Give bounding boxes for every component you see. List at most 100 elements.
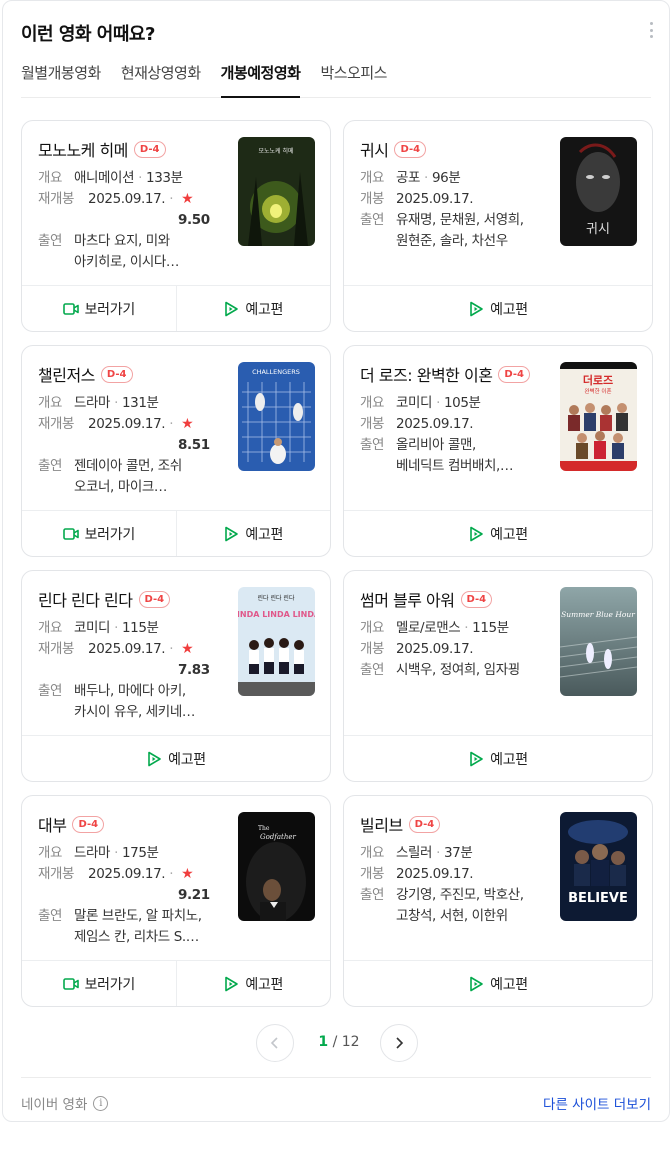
star-icon: ★ <box>181 641 194 657</box>
more-vertical-icon[interactable] <box>649 22 653 38</box>
chevron-right-icon <box>396 1037 404 1049</box>
genre-label: 개요 <box>38 620 63 636</box>
current-page: 1 <box>318 1034 329 1050</box>
tab-upcoming[interactable]: 개봉예정영화 <box>220 59 301 98</box>
cast-label: 출연 <box>38 458 63 474</box>
movie-card[interactable]: 모노노케 히메 D-4 개요 애니메이션 · 133분 재개봉 2025.09.17. · ★… <box>21 120 331 332</box>
release-date: 2025.09.17. <box>396 191 474 207</box>
movie-title[interactable]: 빌리브 <box>360 812 403 836</box>
source-label: 네이버 영화 i <box>21 1093 109 1113</box>
play-icon <box>470 301 483 316</box>
trailer-label: 예고편 <box>490 526 528 543</box>
rating-score: 8.51 <box>178 437 210 453</box>
movie-poster[interactable]: CHALLENGERS <box>238 362 315 471</box>
tab-bar: 월별개봉영화 현재상영영화 개봉예정영화 박스오피스 <box>21 59 651 98</box>
star-icon: ★ <box>181 191 194 207</box>
star-icon: ★ <box>181 866 194 882</box>
movie-poster[interactable]: Summer Blue Hour <box>560 587 637 696</box>
movie-poster[interactable]: 더로즈 완벽한 이혼 <box>560 362 637 471</box>
release-date: 2025.09.17. <box>396 641 474 657</box>
total-pages: 12 <box>341 1034 360 1050</box>
trailer-label: 예고편 <box>490 301 528 318</box>
cast-label: 출연 <box>38 233 63 249</box>
release-date: 2025.09.17. <box>396 866 474 882</box>
movie-title[interactable]: 모노노케 히메 <box>38 137 128 161</box>
trailer-button[interactable]: 예고편 <box>344 286 652 331</box>
runtime: 37분 <box>443 845 473 861</box>
movie-title[interactable]: 귀시 <box>360 137 389 161</box>
watch-button[interactable]: 보러가기 <box>22 511 176 556</box>
play-icon <box>470 751 483 766</box>
trailer-button[interactable]: 예고편 <box>344 736 652 781</box>
date-label: 개봉 <box>360 416 385 432</box>
watch-label: 보러가기 <box>84 526 136 543</box>
prev-page-button[interactable] <box>256 1024 294 1062</box>
movie-poster[interactable]: 모노노케 히메 <box>238 137 315 246</box>
trailer-button[interactable]: 예고편 <box>175 286 331 331</box>
cast-line: 시백우, 정여희, 임자끵 <box>396 662 520 678</box>
tab-now-showing[interactable]: 현재상영영화 <box>121 59 201 98</box>
trailer-button[interactable]: 예고편 <box>344 511 652 556</box>
trailer-button[interactable]: 예고편 <box>344 961 652 1006</box>
more-sites-link[interactable]: 다른 사이트 더보기 <box>543 1093 651 1113</box>
cast-line: 젠데이아 콜먼, 조쉬 <box>74 458 182 474</box>
movie-card[interactable]: 챌린저스 D-4 개요 드라마 · 131분 재개봉 2025.09.17. · ★ 출연 젠데… <box>21 345 331 557</box>
trailer-label: 예고편 <box>490 976 528 993</box>
next-page-button[interactable] <box>380 1024 418 1062</box>
dday-badge: D-4 <box>408 815 441 833</box>
movie-title[interactable]: 썸머 블루 아워 <box>360 587 455 611</box>
tab-box-office[interactable]: 박스오피스 <box>320 59 387 98</box>
cast-line: 제임스 칸, 리차드 S.… <box>74 929 199 945</box>
movie-poster[interactable]: BELIEVE <box>560 812 637 921</box>
movie-poster[interactable]: The Godfather <box>238 812 315 921</box>
cast-line: 강기영, 주진모, 박호산, <box>396 887 524 903</box>
play-icon <box>225 301 239 316</box>
watch-button[interactable]: 보러가기 <box>22 286 176 331</box>
cast-label: 출연 <box>38 908 63 924</box>
date-label: 재개봉 <box>38 641 75 657</box>
genre-label: 개요 <box>38 395 63 411</box>
movie-card[interactable]: 대부 D-4 개요 드라마 · 175분 재개봉 2025.09.17. · ★ 출연 말론 브… <box>21 795 331 1007</box>
runtime: 115분 <box>472 620 509 636</box>
genre: 공포 <box>396 170 421 186</box>
cast-line: 오코너, 마이크… <box>74 479 168 495</box>
release-date: 2025.09.17. <box>396 416 474 432</box>
info-icon[interactable]: i <box>93 1095 109 1111</box>
trailer-label: 예고편 <box>168 751 206 768</box>
star-icon: ★ <box>181 416 194 432</box>
genre: 드라마 <box>74 845 111 861</box>
trailer-button[interactable]: 예고편 <box>22 736 330 781</box>
genre-label: 개요 <box>360 395 385 411</box>
video-camera-icon <box>62 977 79 990</box>
movie-title[interactable]: 챌린저스 <box>38 362 95 386</box>
movie-title[interactable]: 대부 <box>38 812 67 836</box>
movie-card[interactable]: 린다 린다 린다 D-4 개요 코미디 · 115분 재개봉 2025.09.17. · ★ … <box>21 570 331 782</box>
cast-line: 마츠다 요지, 미와 <box>74 233 170 249</box>
poster-subtitle: LINDA LINDA LINDA <box>238 610 315 619</box>
dday-badge: D-4 <box>498 365 531 383</box>
movie-card[interactable]: 더 로즈: 완벽한 이혼 D-4 개요 코미디 · 105분 개봉 2025.09.17.… <box>343 345 653 557</box>
dday-badge: D-4 <box>138 590 171 608</box>
movie-poster[interactable]: 린다 린다 린다 LINDA LINDA LINDA <box>238 587 315 696</box>
runtime: 96분 <box>431 170 461 186</box>
pagination: 1 / 12 <box>3 1024 669 1062</box>
movie-card[interactable]: 썸머 블루 아워 D-4 개요 멜로/로맨스 · 115분 개봉 2025.09.17. … <box>343 570 653 782</box>
trailer-button[interactable]: 예고편 <box>175 961 331 1006</box>
trailer-label: 예고편 <box>245 301 284 318</box>
play-icon <box>225 526 239 541</box>
watch-button[interactable]: 보러가기 <box>22 961 176 1006</box>
runtime: 175분 <box>121 845 159 861</box>
movie-card[interactable]: 귀시 D-4 개요 공포 · 96분 개봉 2025.09.17. 출연 유재명, 문채원,… <box>343 120 653 332</box>
movie-card[interactable]: 빌리브 D-4 개요 스릴러 · 37분 개봉 2025.09.17. 출연 강기영, 주진… <box>343 795 653 1007</box>
genre: 드라마 <box>74 395 111 411</box>
movie-title[interactable]: 린다 린다 린다 <box>38 587 133 611</box>
movie-recommendation-panel: 이런 영화 어때요? 월별개봉영화 현재상영영화 개봉예정영화 박스오피스 모노… <box>2 0 670 1122</box>
tab-monthly-release[interactable]: 월별개봉영화 <box>21 59 101 98</box>
watch-label: 보러가기 <box>84 301 136 318</box>
trailer-button[interactable]: 예고편 <box>175 511 331 556</box>
movie-poster[interactable]: 귀시 <box>560 137 637 246</box>
rating-score: 9.21 <box>178 887 210 903</box>
dday-badge: D-4 <box>460 590 493 608</box>
genre: 코미디 <box>74 620 111 636</box>
movie-title[interactable]: 더 로즈: 완벽한 이혼 <box>360 362 493 386</box>
